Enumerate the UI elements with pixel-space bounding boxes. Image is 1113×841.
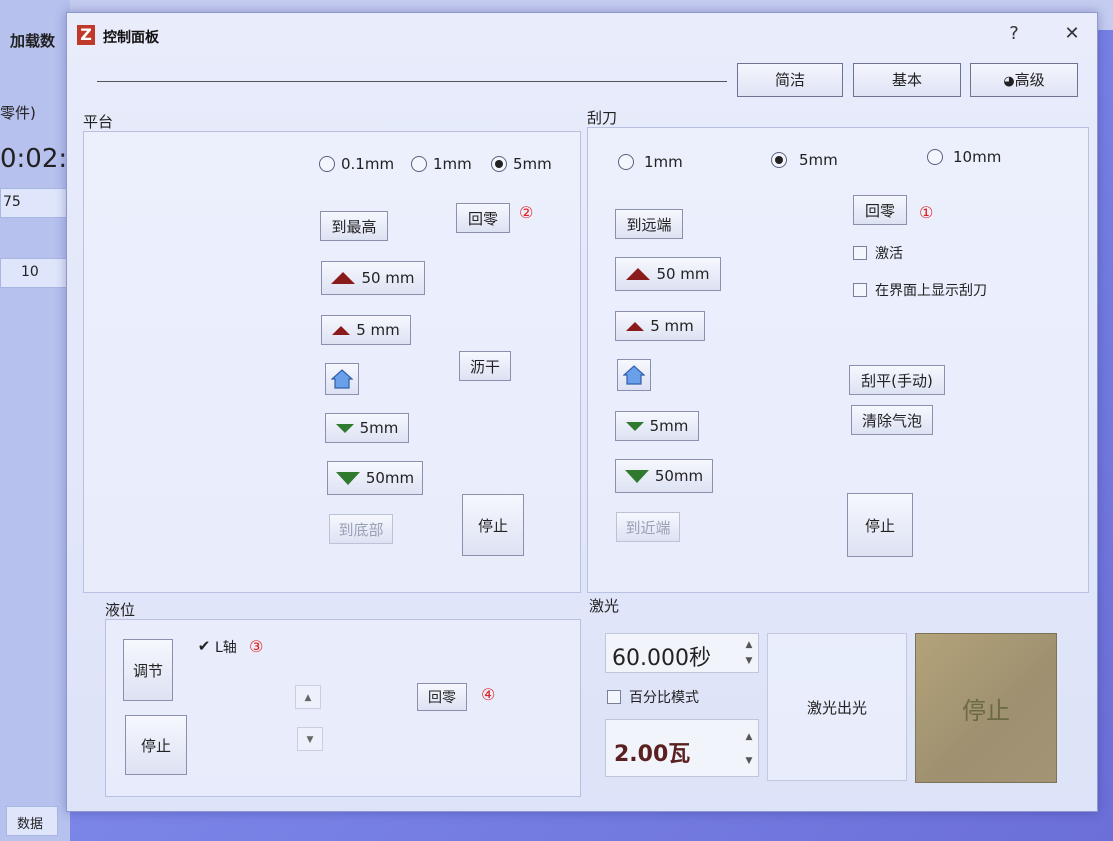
liquid-home-button[interactable]: 回零 — [417, 683, 467, 711]
percent-mode-checkbox[interactable]: 百分比模式 — [607, 687, 699, 707]
scraper-stop-button[interactable]: 停止 — [847, 493, 913, 557]
scraper-up-5-button[interactable]: 5 mm — [615, 311, 705, 341]
mode-advanced-button[interactable]: ◕高级 — [970, 63, 1078, 97]
arrow-down-icon — [335, 471, 360, 485]
scraper-step-10mm[interactable]: 10mm — [927, 148, 1001, 166]
scraper-step-5mm[interactable]: 5mm — [771, 151, 838, 169]
platform-home-button[interactable]: 回零 — [456, 203, 510, 233]
laser-duration-spinbox[interactable]: 60.000秒 ▲ ▼ — [605, 633, 759, 673]
platform-step-0-1mm[interactable]: 0.1mm — [319, 155, 394, 173]
radio-selected-icon — [491, 156, 507, 172]
platform-down-50-button[interactable]: 50mm — [327, 461, 423, 495]
platform-step-5mm[interactable]: 5mm — [491, 155, 552, 173]
l-axis-marker: ③ — [249, 637, 264, 656]
platform-drain-button[interactable]: 沥干 — [459, 351, 511, 381]
laser-emit-button[interactable]: 激光出光 — [767, 633, 907, 781]
scraper-to-near-button[interactable]: 到近端 — [616, 512, 680, 542]
scraper-down-5-button[interactable]: 5mm — [615, 411, 699, 441]
control-panel-dialog: Z 控制面板 ? ✕ 简洁 基本 ◕高级 平台 0.1mm 1mm 5mm 到最… — [66, 12, 1098, 812]
liquid-adjust-button[interactable]: 调节 — [123, 639, 173, 701]
laser-power-value: 2.00瓦 — [614, 742, 691, 767]
home-icon — [623, 365, 645, 385]
arrow-up-icon — [331, 272, 356, 284]
background-app-panel — [0, 0, 70, 841]
checkbox-icon — [853, 283, 867, 297]
background-tab-data[interactable]: 数据 — [6, 806, 58, 836]
background-toolbar-label: 加载数 — [10, 32, 56, 50]
scraper-clear-bubbles-button[interactable]: 清除气泡 — [851, 405, 933, 435]
arrow-down-icon — [625, 421, 644, 431]
l-axis-checkbox[interactable]: ✔ L轴 — [197, 637, 237, 657]
platform-down-5-button[interactable]: 5mm — [325, 413, 409, 443]
spin-up-icon[interactable]: ▲ — [742, 638, 756, 652]
radio-selected-icon — [771, 152, 787, 168]
title-bar: Z 控制面板 ? ✕ — [67, 13, 1097, 53]
platform-step-1mm[interactable]: 1mm — [411, 155, 472, 173]
scraper-home-icon-button[interactable] — [617, 359, 651, 391]
liquid-level-label: 液位 — [105, 601, 136, 619]
scraper-label: 刮刀 — [587, 109, 618, 127]
scraper-up-50-button[interactable]: 50 mm — [615, 257, 721, 291]
liquid-step-up-button[interactable]: ▲ — [295, 685, 321, 709]
checkbox-icon — [853, 246, 867, 260]
platform-label: 平台 — [83, 113, 114, 131]
app-logo-icon: Z — [77, 25, 95, 45]
laser-stop-button[interactable]: 停止 — [915, 633, 1057, 783]
arrow-up-icon — [626, 321, 645, 331]
background-field-2[interactable]: 10 — [0, 258, 70, 288]
liquid-stop-button[interactable]: 停止 — [125, 715, 187, 775]
scraper-to-far-button[interactable]: 到远端 — [615, 209, 683, 239]
scraper-step-1mm[interactable]: 1mm — [618, 153, 683, 171]
radio-icon — [411, 156, 427, 172]
liquid-step-down-button[interactable]: ▼ — [297, 727, 323, 751]
mode-simple-button[interactable]: 简洁 — [737, 63, 843, 97]
header-divider — [97, 81, 727, 82]
check-icon: ✔ — [197, 637, 211, 655]
arrow-down-icon — [335, 423, 354, 433]
arrow-up-icon — [332, 325, 351, 335]
platform-to-bottom-button[interactable]: 到底部 — [329, 514, 393, 544]
advanced-icon: ◕ — [1003, 74, 1015, 89]
laser-label: 激光 — [589, 597, 620, 615]
arrow-down-icon — [624, 469, 649, 483]
home-icon — [331, 369, 353, 389]
spin-up-icon[interactable]: ▲ — [742, 730, 756, 744]
platform-up-5-button[interactable]: 5 mm — [321, 315, 411, 345]
scraper-activate-checkbox[interactable]: 激活 — [853, 243, 903, 263]
laser-power-spinbox[interactable]: 2.00瓦 ▲ ▼ — [605, 719, 759, 777]
arrow-up-icon — [626, 268, 651, 280]
radio-icon — [618, 154, 634, 170]
checkbox-icon — [607, 690, 621, 704]
background-left-header: 零件) — [0, 104, 36, 122]
platform-up-50-button[interactable]: 50 mm — [321, 261, 425, 295]
spin-down-icon[interactable]: ▼ — [742, 754, 756, 768]
scraper-level-manual-button[interactable]: 刮平(手动) — [849, 365, 945, 395]
platform-home-icon-button[interactable] — [325, 363, 359, 395]
dialog-title: 控制面板 — [103, 30, 159, 46]
laser-duration-value: 60.000秒 — [612, 646, 711, 671]
close-button[interactable]: ✕ — [1057, 21, 1087, 47]
scraper-home-marker: ① — [919, 203, 934, 222]
platform-stop-button[interactable]: 停止 — [462, 494, 524, 556]
help-button[interactable]: ? — [999, 21, 1029, 47]
background-field-1[interactable]: 75 — [0, 188, 70, 218]
liquid-home-marker: ④ — [481, 685, 496, 704]
scraper-down-50-button[interactable]: 50mm — [615, 459, 713, 493]
platform-to-top-button[interactable]: 到最高 — [320, 211, 388, 241]
radio-icon — [319, 156, 335, 172]
platform-home-marker: ② — [519, 203, 534, 222]
spin-down-icon[interactable]: ▼ — [742, 654, 756, 668]
scraper-show-on-ui-checkbox[interactable]: 在界面上显示刮刀 — [853, 280, 987, 300]
scraper-home-button[interactable]: 回零 — [853, 195, 907, 225]
mode-basic-button[interactable]: 基本 — [853, 63, 961, 97]
radio-icon — [927, 149, 943, 165]
